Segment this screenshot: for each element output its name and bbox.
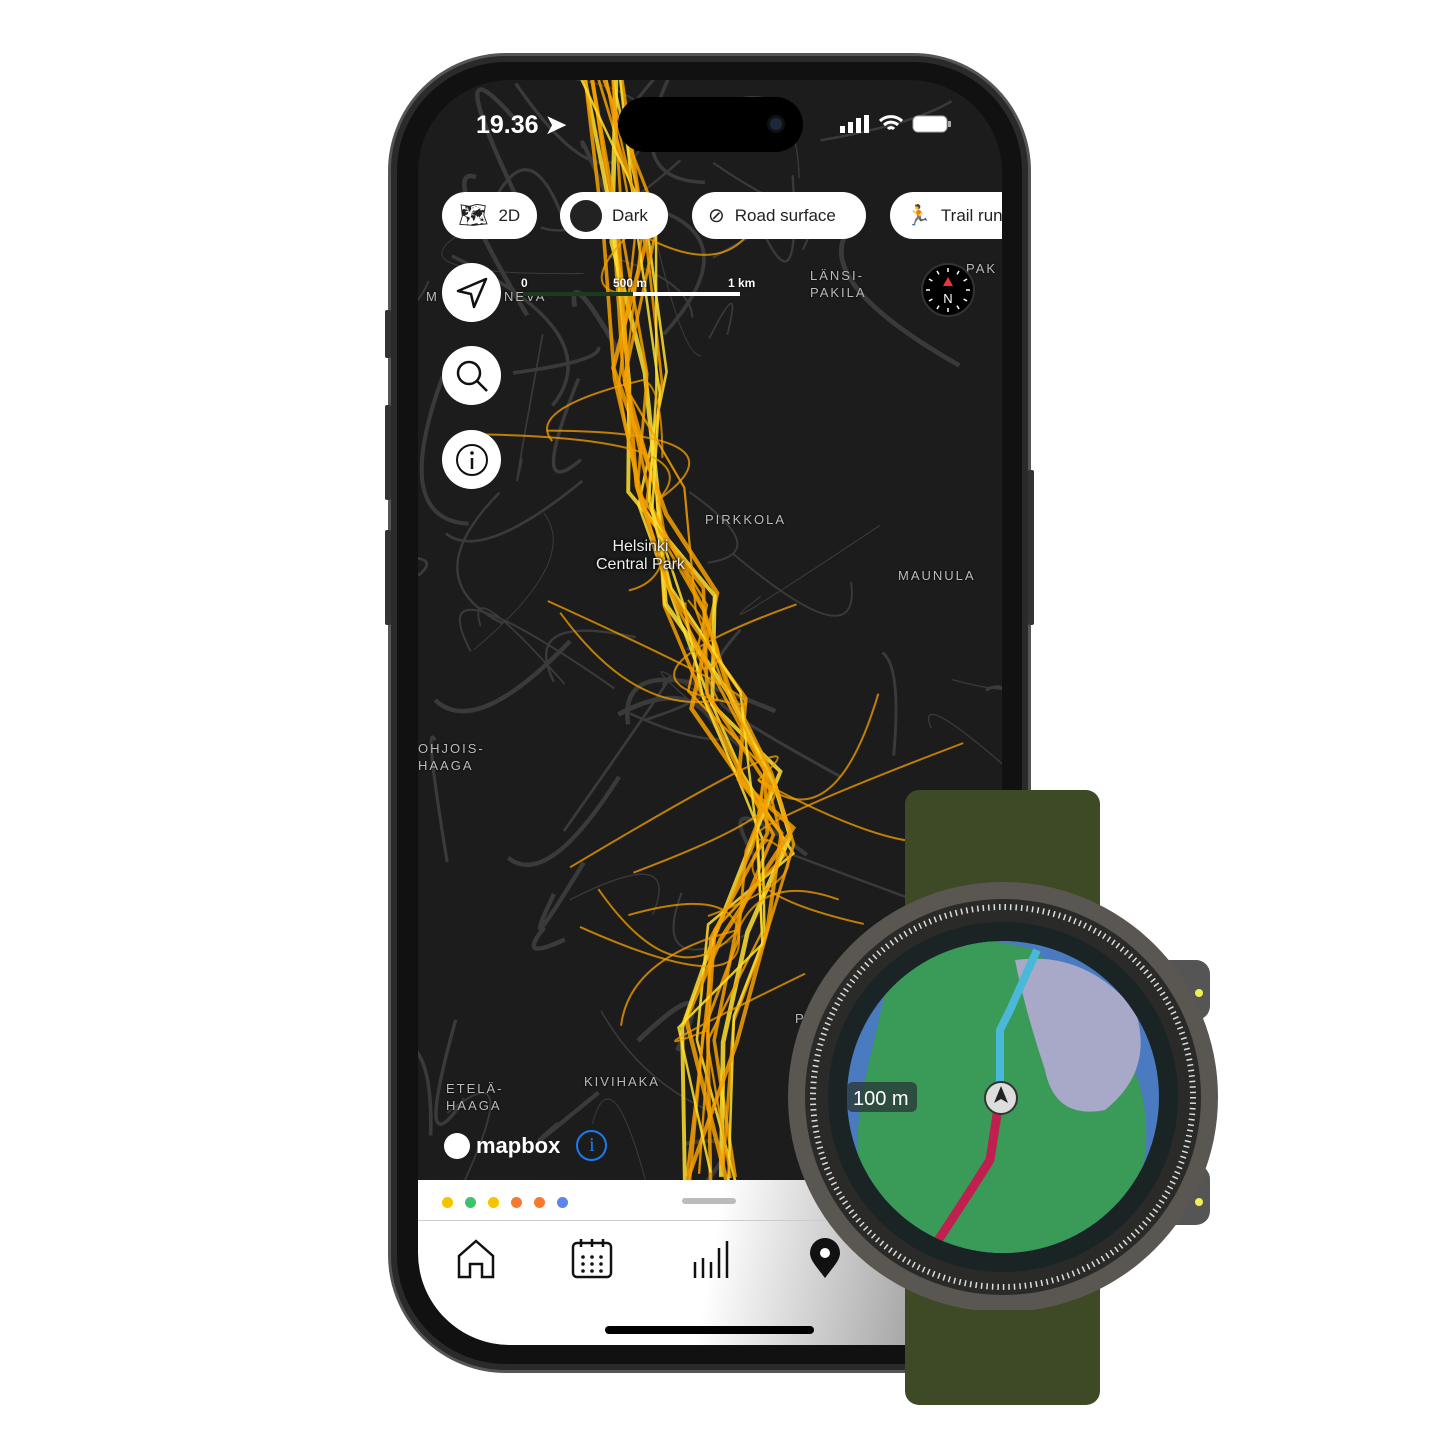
sheet-handle[interactable]	[682, 1198, 736, 1204]
activity-dot	[488, 1197, 499, 1208]
mapbox-logo-icon	[444, 1132, 470, 1159]
volume-up-button	[385, 405, 391, 500]
map-label-neva: NEVA	[504, 289, 547, 304]
attribution-info-icon[interactable]: i	[576, 1130, 608, 1161]
battery-icon	[912, 115, 951, 133]
activity-dot	[511, 1197, 522, 1208]
scale-segment-light	[633, 292, 740, 296]
watch: 100 m	[788, 882, 1218, 1310]
wifi-icon	[878, 115, 904, 131]
tab-calendar[interactable]	[570, 1238, 614, 1280]
chip-road-surface[interactable]: ⊘ Road surface	[692, 192, 866, 239]
map-icon: 🗺	[458, 202, 489, 229]
power-button	[1028, 470, 1034, 625]
status-icons	[840, 114, 952, 134]
scale-end: 1 km	[728, 276, 756, 290]
activity-dot	[465, 1197, 476, 1208]
info-icon	[455, 443, 488, 476]
mapbox-logo-text: mapbox	[476, 1132, 561, 1158]
map-label-pohjois-haaga: OHJOIS- HAAGA	[418, 741, 485, 773]
volume-down-button	[385, 530, 391, 625]
activity-dot	[442, 1197, 453, 1208]
scale-segment-dark	[523, 292, 633, 296]
chip-label: Trail run	[940, 205, 1002, 225]
chip-trail-run[interactable]: 🏃 Trail run	[890, 192, 1002, 239]
dark-style-thumbnail	[570, 199, 602, 232]
runner-icon: 🏃	[906, 205, 931, 227]
camera	[767, 115, 785, 133]
navigation-arrow-icon	[456, 277, 487, 308]
chip-2d[interactable]: 🗺 2D	[442, 192, 537, 239]
eye-off-icon: ⊘	[708, 205, 725, 227]
locate-button[interactable]	[442, 263, 501, 322]
action-button	[385, 310, 391, 358]
mapbox-attribution[interactable]: mapbox i	[444, 1130, 608, 1161]
map-label-lansi-pakila: LÄNSI- PAKILA	[810, 268, 867, 300]
signal-icon	[840, 115, 869, 133]
tab-home[interactable]	[456, 1238, 496, 1280]
search-icon	[456, 360, 488, 392]
location-arrow-icon: ➤	[545, 111, 567, 139]
search-button[interactable]	[442, 346, 501, 405]
compass-icon: N	[926, 268, 970, 312]
activity-dot	[534, 1197, 545, 1208]
map-label-kivihaka: KIVIHAKA	[584, 1074, 660, 1089]
tab-stats[interactable]	[690, 1238, 730, 1280]
poi-helsinki-central-park[interactable]: Helsinki Central Park	[596, 538, 685, 574]
chip-label: 2D	[498, 205, 521, 225]
map-label-maunula: MAUNULA	[898, 568, 976, 583]
activity-dot	[557, 1197, 568, 1208]
dynamic-island	[618, 97, 803, 152]
info-button[interactable]	[442, 430, 501, 489]
time-text: 19.36	[476, 111, 539, 139]
map-label-pirkkola: PIRKKOLA	[705, 512, 787, 527]
chip-label: Road surface	[734, 205, 836, 225]
compass-north-label: N	[943, 291, 952, 306]
home-indicator[interactable]	[605, 1326, 814, 1334]
activity-type-dots	[442, 1195, 580, 1213]
chip-label: Dark	[612, 205, 648, 225]
scale-mid: 500 m	[613, 276, 648, 290]
status-time: 19.36 ➤	[476, 110, 566, 140]
compass-button[interactable]: N	[921, 263, 975, 317]
watch-scale-label: 100 m	[853, 1088, 909, 1110]
map-label-m: M	[426, 289, 439, 304]
map-label-etela-haaga: ETELÄ- HAAGA	[446, 1081, 504, 1113]
scale-zero: 0	[521, 276, 528, 290]
chip-dark[interactable]: Dark	[560, 192, 668, 239]
